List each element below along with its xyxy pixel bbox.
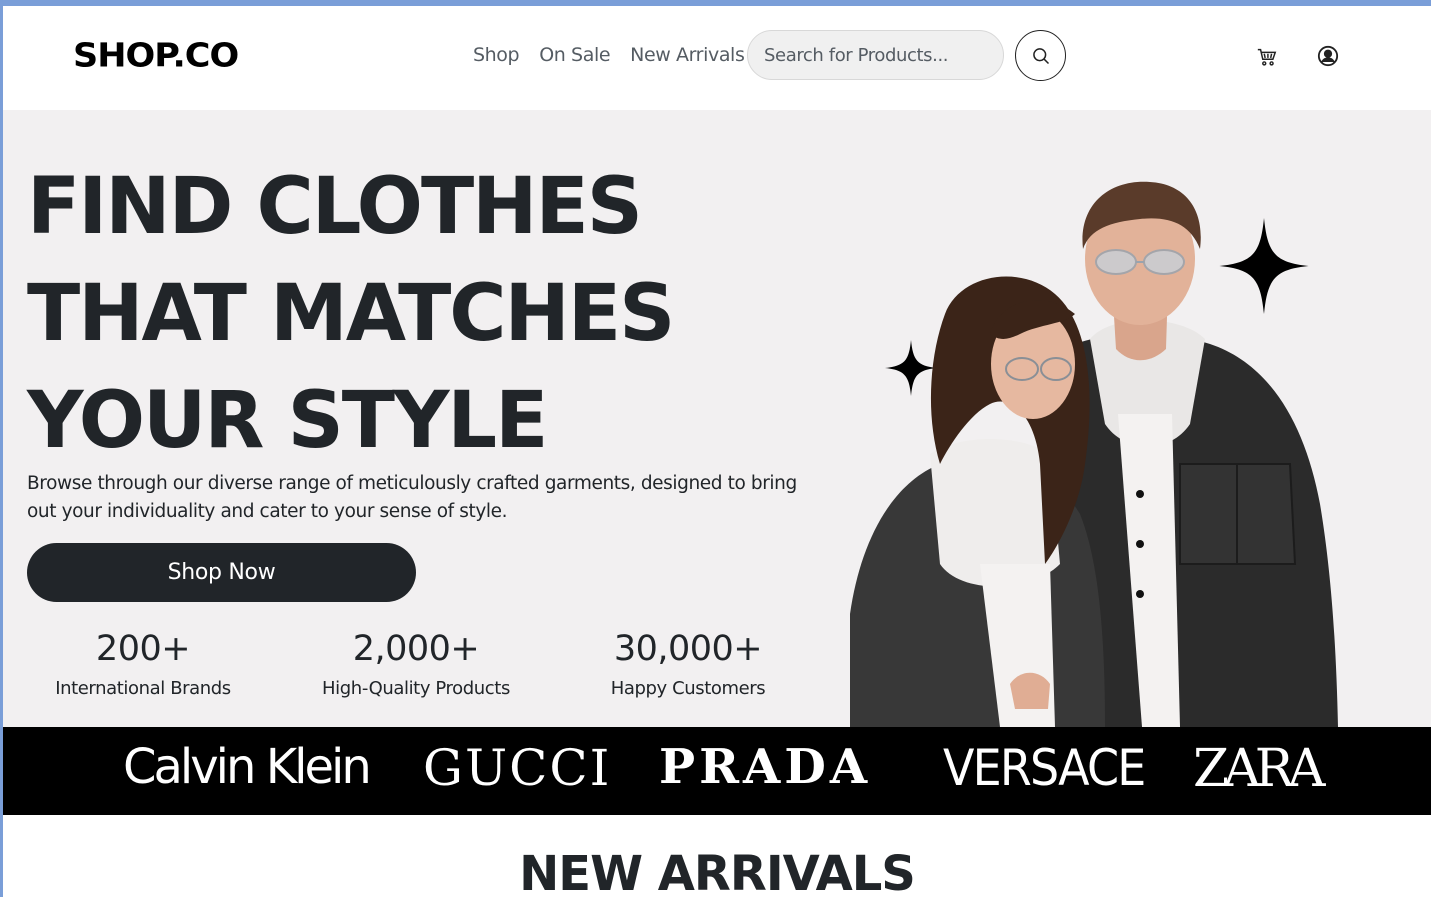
hero-couple-image (850, 181, 1338, 727)
search-button[interactable] (1015, 30, 1066, 81)
hero-title: FIND CLOTHES THAT MATCHES YOUR STYLE (27, 154, 827, 475)
stat-customers: 30,000+ Happy Customers (598, 628, 778, 699)
user-circle-icon[interactable] (1317, 45, 1339, 67)
brand-logo-calvin-klein[interactable]: Calvin Klein (123, 739, 372, 795)
stat-label: High-Quality Products (322, 678, 510, 699)
hero-section: FIND CLOTHES THAT MATCHES YOUR STYLE Bro… (3, 110, 1431, 727)
navbar: SHOP.CO Shop On Sale New Arrivals (3, 6, 1431, 110)
brand-logo-versace[interactable]: VERSACE (943, 739, 1146, 797)
brands-bar: Calvin Klein GUCCI PRADA VERSACE ZARA (3, 727, 1431, 815)
new-arrivals-title: NEW ARRIVALS (519, 846, 916, 897)
hero-description: Browse through our diverse range of meti… (27, 473, 797, 522)
nav-link-new-arrivals[interactable]: New Arrivals (630, 44, 745, 66)
hero-title-line: THAT MATCHES (27, 269, 675, 359)
stat-value: 30,000+ (613, 629, 763, 669)
search-icon (1032, 47, 1049, 64)
stat-brands: 200+ International Brands (43, 628, 243, 699)
hero-title-line: YOUR STYLE (27, 376, 548, 466)
stat-label: Happy Customers (610, 678, 766, 699)
brand-logo-zara[interactable]: ZARA (1193, 739, 1325, 799)
hero-title-line: FIND CLOTHES (27, 162, 643, 252)
stat-label: International Brands (55, 678, 231, 699)
brand-logo-prada[interactable]: PRADA (659, 739, 871, 795)
nav-links: Shop On Sale New Arrivals (473, 44, 745, 66)
nav-link-shop[interactable]: Shop (473, 44, 520, 66)
stat-value: 200+ (95, 629, 191, 669)
shop-now-button[interactable]: Shop Now (27, 543, 416, 602)
search-input[interactable] (747, 30, 1004, 80)
nav-link-on-sale[interactable]: On Sale (539, 44, 610, 66)
site-logo[interactable]: SHOP.CO (73, 37, 239, 75)
stat-products: 2,000+ High-Quality Products (306, 628, 526, 699)
cart-icon[interactable] (1256, 46, 1278, 68)
stat-value: 2,000+ (352, 629, 480, 669)
brand-logo-gucci[interactable]: GUCCI (423, 739, 611, 797)
